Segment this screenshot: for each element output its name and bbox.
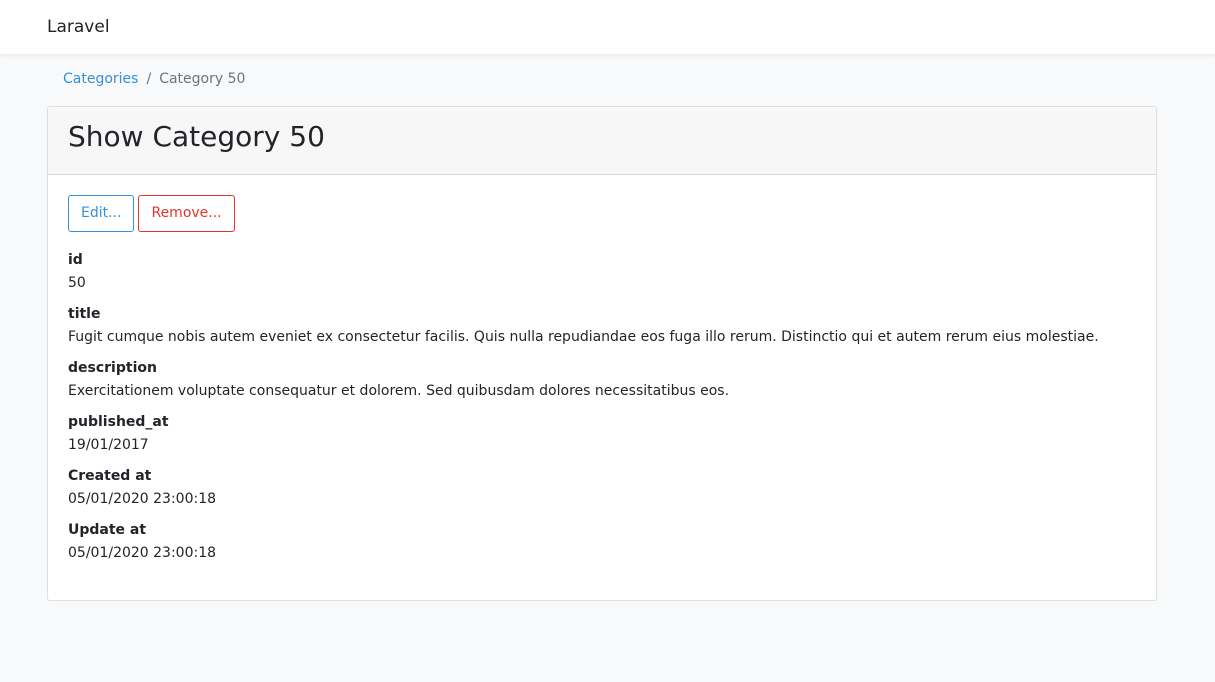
field-value: Fugit cumque nobis autem eveniet ex cons… (68, 329, 1099, 345)
field-label: id (68, 252, 83, 268)
field-updated-at: Update at 05/01/2020 23:00:18 (68, 519, 1136, 565)
field-label: Update at (68, 522, 147, 538)
field-value: Exercitationem voluptate consequatur et … (68, 383, 730, 399)
field-value: 05/01/2020 23:00:18 (68, 491, 217, 507)
field-value: 05/01/2020 23:00:18 (68, 545, 217, 561)
field-label: title (68, 306, 101, 322)
field-label: Created at (68, 468, 152, 484)
field-label: description (68, 360, 157, 376)
brand-link[interactable]: Laravel (47, 16, 110, 38)
field-label: published_at (68, 414, 169, 430)
breadcrumb-separator: / (146, 71, 152, 87)
breadcrumb: Categories / Category 50 (63, 69, 245, 89)
top-navbar: Laravel (0, 0, 1215, 55)
edit-button[interactable]: Edit... (68, 195, 135, 232)
field-title: title Fugit cumque nobis autem eveniet e… (68, 303, 1136, 349)
remove-button[interactable]: Remove... (138, 195, 235, 232)
field-description: description Exercitationem voluptate con… (68, 357, 1136, 403)
card-body: Edit... Remove... id 50 title Fugit cumq… (48, 175, 1156, 593)
field-value: 50 (68, 275, 86, 291)
page-title: Show Category 50 (68, 120, 325, 153)
field-id: id 50 (68, 249, 1136, 295)
card-header: Show Category 50 (48, 107, 1156, 175)
field-published-at: published_at 19/01/2017 (68, 411, 1136, 457)
breadcrumb-categories-link[interactable]: Categories (63, 69, 138, 89)
breadcrumb-current: Category 50 (159, 71, 246, 87)
field-value: 19/01/2017 (68, 437, 149, 453)
action-buttons: Edit... Remove... (68, 195, 1136, 232)
category-card: Show Category 50 Edit... Remove... id 50… (47, 106, 1157, 601)
field-created-at: Created at 05/01/2020 23:00:18 (68, 465, 1136, 511)
